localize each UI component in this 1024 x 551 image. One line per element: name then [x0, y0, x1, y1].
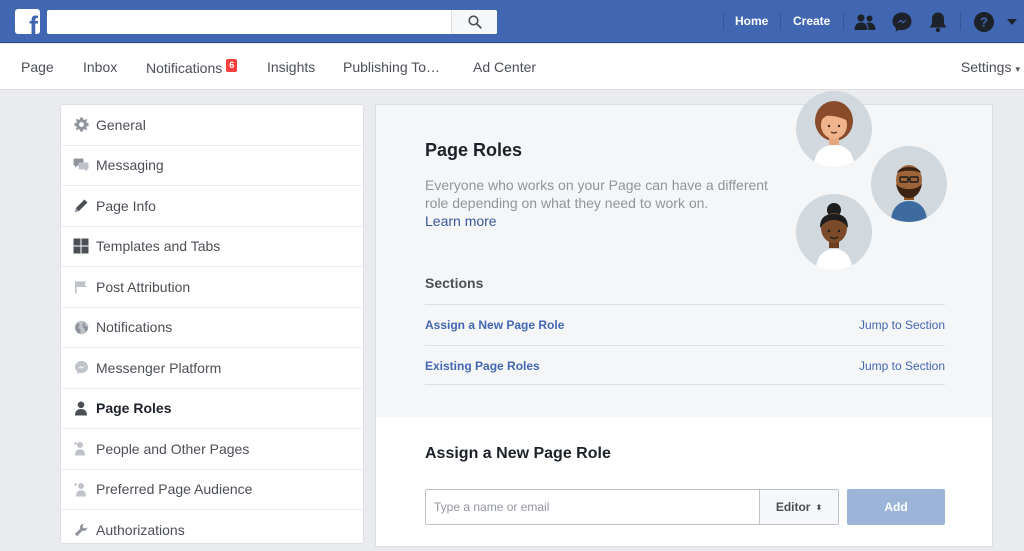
- account-caret-icon[interactable]: [1004, 10, 1020, 34]
- chat-bubbles-icon: [72, 156, 90, 174]
- top-bar: f Home Create ?: [0, 0, 1024, 43]
- people-add-icon: [72, 440, 90, 458]
- notifications-bell-icon[interactable]: [926, 10, 950, 34]
- assign-page-role-card: Assign a New Page Role Editor ⬍ Add: [375, 417, 993, 547]
- search-button[interactable]: [451, 10, 497, 34]
- assign-section-title: Assign a New Page Role: [425, 445, 611, 462]
- tab-page[interactable]: Page: [21, 59, 54, 75]
- person-icon: [72, 399, 90, 417]
- avatar-illustration-woman-bun: [796, 194, 872, 270]
- name-or-email-input[interactable]: [425, 489, 759, 525]
- top-separator: [843, 12, 844, 30]
- home-link[interactable]: Home: [735, 14, 768, 28]
- sidebar-item-label: Authorizations: [96, 521, 185, 538]
- friends-icon[interactable]: [853, 10, 877, 34]
- messenger-icon: [72, 359, 90, 377]
- sidebar-item-templates-and-tabs[interactable]: Templates and Tabs: [61, 227, 363, 267]
- sidebar-item-label: Page Roles: [96, 400, 172, 417]
- create-link[interactable]: Create: [793, 14, 830, 28]
- facebook-logo-icon[interactable]: f: [15, 9, 40, 34]
- pencil-icon: [72, 197, 90, 215]
- add-button[interactable]: Add: [847, 489, 945, 525]
- role-select-value: Editor: [775, 500, 811, 514]
- page-roles-description: Everyone who works on your Page can have…: [425, 176, 775, 230]
- sidebar-item-people-and-other-pages[interactable]: People and Other Pages: [61, 429, 363, 470]
- sidebar-item-label: People and Other Pages: [96, 440, 250, 457]
- top-separator: [780, 12, 781, 30]
- sidebar-item-post-attribution[interactable]: Post Attribution: [61, 267, 363, 308]
- sidebar-item-label: Templates and Tabs: [96, 238, 221, 255]
- sidebar-item-label: Notifications: [96, 319, 173, 336]
- section-link-assign-new-page-role[interactable]: Assign a New Page Role: [425, 318, 564, 332]
- sidebar-item-label: Page Info: [96, 197, 156, 214]
- sidebar-item-authorizations[interactable]: Authorizations: [61, 510, 363, 551]
- sidebar-item-page-info[interactable]: Page Info: [61, 186, 363, 227]
- top-separator: [960, 12, 961, 30]
- settings-sidebar: General Messaging Page Info Templates an…: [60, 104, 364, 551]
- tab-inbox[interactable]: Inbox: [83, 59, 117, 75]
- sidebar-item-messenger-platform[interactable]: Messenger Platform: [61, 348, 363, 389]
- sidebar-item-label: General: [96, 116, 146, 133]
- avatar-illustration-man: [871, 146, 947, 222]
- section-row: Existing Page Roles Jump to Section: [425, 345, 945, 385]
- sidebar-item-messaging[interactable]: Messaging: [61, 146, 363, 186]
- page-nav: Page Inbox Notifications 6 Insights Publi…: [0, 44, 1024, 90]
- page-title: Page Roles: [425, 140, 523, 160]
- tab-insights[interactable]: Insights: [267, 59, 315, 75]
- notification-count-badge: 6: [226, 59, 238, 72]
- jump-to-section-link[interactable]: Jump to Section: [859, 318, 945, 332]
- sidebar-item-page-roles[interactable]: Page Roles: [61, 389, 363, 429]
- flag-icon: [72, 278, 90, 296]
- tab-notifications-label: Notifications: [146, 60, 223, 76]
- tab-publishing-tools[interactable]: Publishing To…: [343, 59, 440, 75]
- search-box: [47, 10, 497, 34]
- select-arrows-icon: ⬍: [815, 502, 823, 512]
- role-select[interactable]: Editor ⬍: [759, 489, 839, 525]
- sidebar-item-label: Messaging: [96, 157, 164, 174]
- top-separator: [723, 12, 724, 30]
- avatar-illustration-woman: [796, 91, 872, 167]
- audience-icon: [72, 480, 90, 498]
- search-input[interactable]: [47, 10, 451, 34]
- tab-notifications[interactable]: Notifications 6: [146, 59, 238, 76]
- globe-icon: [72, 318, 90, 336]
- help-icon[interactable]: ?: [972, 10, 996, 34]
- sections-heading: Sections: [425, 275, 484, 291]
- wrench-icon: [72, 521, 90, 539]
- svg-text:?: ?: [980, 15, 988, 30]
- tab-settings[interactable]: Settings ▾: [961, 59, 1020, 75]
- sidebar-item-general[interactable]: General: [61, 105, 363, 146]
- tab-ad-center[interactable]: Ad Center: [473, 59, 536, 75]
- jump-to-section-link[interactable]: Jump to Section: [859, 359, 945, 373]
- chevron-down-icon: ▾: [1015, 64, 1020, 74]
- sidebar-item-label: Post Attribution: [96, 278, 191, 295]
- main-content: Page Roles Everyone who works on your Pa…: [375, 91, 993, 547]
- section-link-existing-page-roles[interactable]: Existing Page Roles: [425, 359, 540, 373]
- messenger-icon[interactable]: [890, 10, 914, 34]
- section-row: Assign a New Page Role Jump to Section: [425, 304, 945, 344]
- learn-more-link[interactable]: Learn more: [425, 212, 775, 230]
- page-roles-card: Page Roles Everyone who works on your Pa…: [375, 91, 993, 417]
- sidebar-item-label: Messenger Platform: [96, 359, 222, 376]
- sidebar-item-label: Preferred Page Audience: [96, 481, 253, 498]
- search-icon: [467, 15, 482, 29]
- sidebar-item-preferred-page-audience[interactable]: Preferred Page Audience: [61, 470, 363, 510]
- gear-icon: [72, 116, 90, 134]
- description-text: Everyone who works on your Page can have…: [425, 177, 768, 211]
- logo-letter: f: [29, 11, 38, 35]
- grid-icon: [72, 237, 90, 255]
- sidebar-item-notifications[interactable]: Notifications: [61, 308, 363, 348]
- tab-settings-label: Settings: [960, 59, 1012, 75]
